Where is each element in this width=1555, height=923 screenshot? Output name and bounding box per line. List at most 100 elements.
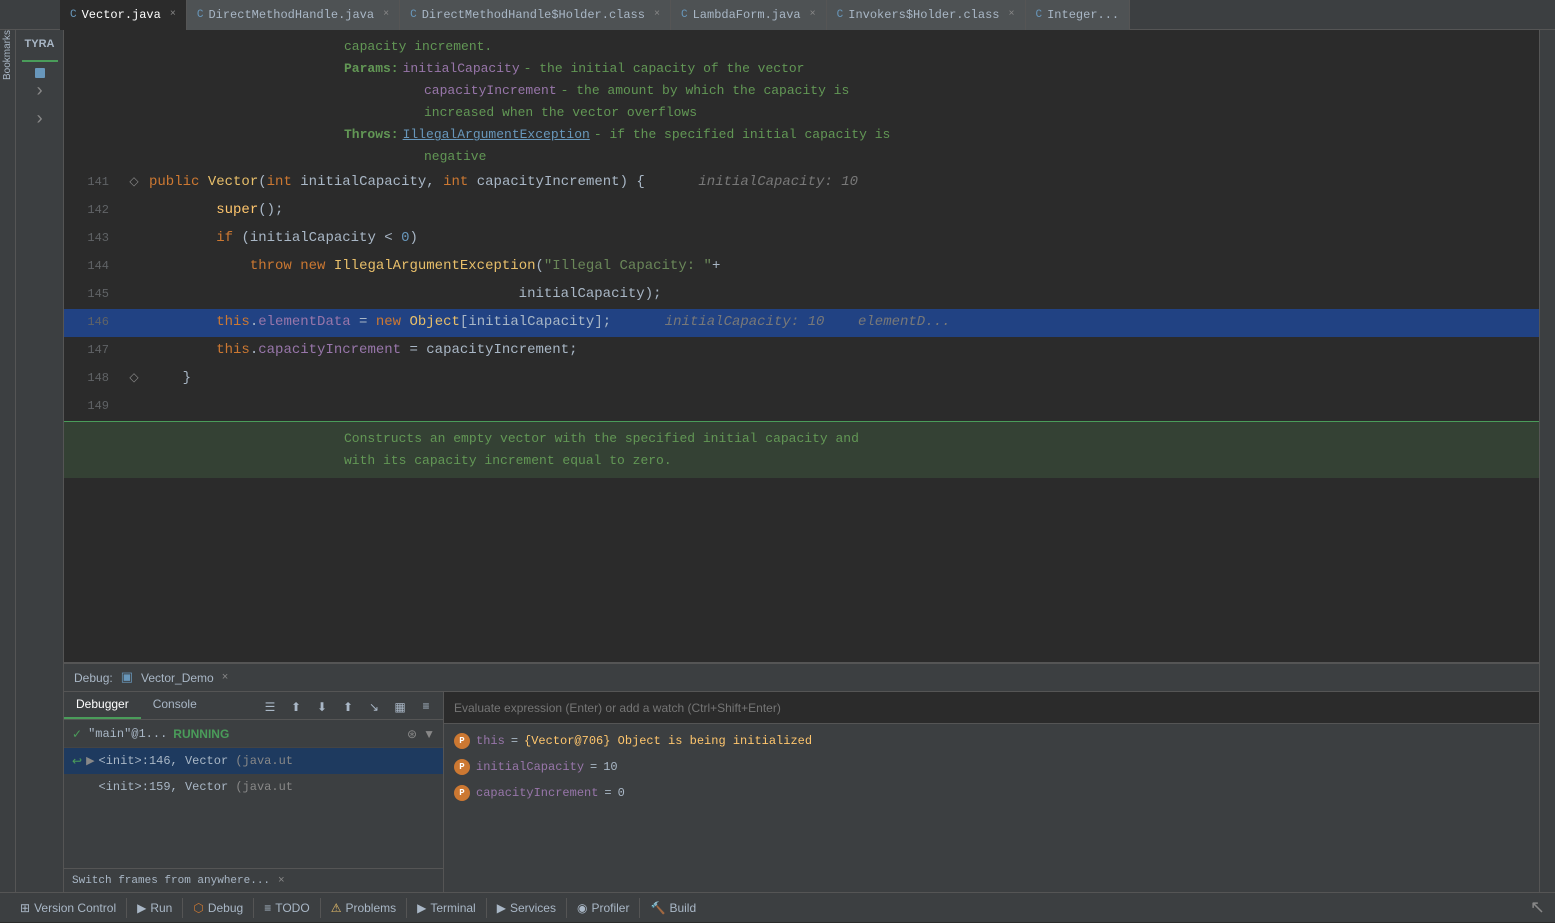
doc-line-param2: capacityIncrement - the amount by which …: [64, 80, 1539, 102]
status-run-label: Run: [150, 901, 172, 915]
debug-btn-menu[interactable]: ☰: [258, 695, 282, 719]
switch-frames-text: Switch frames from anywhere...: [72, 875, 270, 887]
debug-btn-evaluate[interactable]: ▦: [388, 695, 412, 719]
doc-line-capacity: capacity increment.: [64, 36, 1539, 58]
code-line-149[interactable]: 149: [64, 393, 1539, 421]
code-content-146: this.elementData = new Object[initialCap…: [144, 311, 1539, 333]
stack-frame-1[interactable]: ↩ ▶ <init>:159, Vector (java.ut: [64, 774, 443, 800]
close-tab-invokersholder[interactable]: ×: [1008, 9, 1014, 20]
var-row-this[interactable]: P this = {Vector@706} Object is being in…: [444, 728, 1539, 754]
var-value-initialcapacity: 10: [603, 760, 617, 774]
switch-frames-bar: Switch frames from anywhere... ×: [64, 868, 443, 892]
thread-name: "main"@1...: [88, 727, 167, 741]
close-tab-lambdaform[interactable]: ×: [810, 9, 816, 20]
line-num-148: 148: [64, 369, 124, 388]
status-terminal[interactable]: ▶ Terminal: [407, 893, 486, 923]
dropdown-arrow[interactable]: ▼: [423, 727, 435, 741]
code-container: 141 ◇ public Vector(int initialCapacity,…: [64, 169, 1539, 421]
var-name-initialcapacity: initialCapacity: [476, 760, 584, 774]
code-line-146[interactable]: 146 this.elementData = new Object[initia…: [64, 309, 1539, 337]
debug-frames-panel: Debugger Console ☰ ⬆ ⬇ ⬆ ↘ ▦ ≡: [64, 692, 444, 892]
doc-param1-desc: - the initial capacity of the vector: [524, 58, 805, 80]
status-terminal-label: Terminal: [430, 901, 475, 915]
doc-param2-desc: - the amount by which the capacity is: [561, 80, 850, 102]
code-line-147[interactable]: 147 this.capacityIncrement = capacityInc…: [64, 337, 1539, 365]
tab-bar: C Vector.java × C DirectMethodHandle.jav…: [0, 0, 1555, 30]
status-run[interactable]: ▶ Run: [127, 893, 182, 923]
doc-throws-label: Throws:: [344, 124, 399, 146]
doc-line-param2-cont: increased when the vector overflows: [64, 102, 1539, 124]
tab-icon-invokersholder: C: [837, 9, 844, 21]
status-profiler[interactable]: ◉ Profiler: [567, 893, 640, 923]
code-line-143[interactable]: 143 if (initialCapacity < 0): [64, 225, 1539, 253]
tab-directmethod[interactable]: C DirectMethodHandle.java ×: [187, 0, 400, 30]
line-num-149: 149: [64, 397, 124, 416]
var-row-initialcapacity[interactable]: P initialCapacity = 10: [444, 754, 1539, 780]
tab-label-integer: Integer...: [1047, 8, 1119, 22]
project-file-icon[interactable]: [35, 68, 45, 78]
status-profiler-label: Profiler: [591, 901, 629, 915]
status-problems[interactable]: ⚠ Problems: [321, 893, 406, 923]
close-debug-session[interactable]: ×: [222, 672, 229, 684]
close-tab-vector[interactable]: ×: [170, 9, 176, 20]
bottom-doc-line1: Constructs an empty vector with the spec…: [344, 428, 1539, 450]
expand-icon2[interactable]: ›: [34, 110, 45, 130]
filter-icon[interactable]: ⊛: [407, 727, 417, 741]
code-line-144[interactable]: 144 throw new IllegalArgumentException("…: [64, 253, 1539, 281]
code-line-141[interactable]: 141 ◇ public Vector(int initialCapacity,…: [64, 169, 1539, 197]
status-services[interactable]: ▶ Services: [487, 893, 566, 923]
tab-label-lambdaform: LambdaForm.java: [693, 8, 801, 22]
close-switch-frames[interactable]: ×: [278, 875, 285, 887]
thread-info: ✓ "main"@1... RUNNING ⊛ ▼: [64, 720, 443, 748]
close-tab-directmethodholder[interactable]: ×: [654, 9, 660, 20]
status-todo[interactable]: ≡ TODO: [254, 893, 319, 923]
status-version-control[interactable]: ⊞ Version Control: [10, 893, 126, 923]
tab-label-directmethodholder: DirectMethodHandle$Holder.class: [422, 8, 645, 22]
debug-body: Debugger Console ☰ ⬆ ⬇ ⬆ ↘ ▦ ≡: [64, 692, 1539, 892]
frame-icon-0: ▶: [86, 754, 94, 768]
code-line-142[interactable]: 142 super();: [64, 197, 1539, 225]
expand-icon[interactable]: ›: [34, 82, 45, 102]
tab-integer[interactable]: C Integer...: [1026, 0, 1131, 30]
debug-label: Debug:: [74, 671, 113, 685]
debug-btn-step-into[interactable]: ⬇: [310, 695, 334, 719]
tab-directmethodholder[interactable]: C DirectMethodHandle$Holder.class ×: [400, 0, 671, 30]
debug-btn-step-out[interactable]: ⬆: [336, 695, 360, 719]
stack-frame-0[interactable]: ↩ ▶ <init>:146, Vector (java.ut: [64, 748, 443, 774]
code-content-145: initialCapacity);: [144, 283, 1539, 305]
tab-vector[interactable]: C Vector.java ×: [60, 0, 187, 30]
bookmarks-tab[interactable]: Bookmarks: [2, 30, 13, 88]
debug-btn-settings[interactable]: ≡: [414, 695, 438, 719]
code-line-145[interactable]: 145 initialCapacity);: [64, 281, 1539, 309]
var-row-capacityincrement[interactable]: P capacityIncrement = 0: [444, 780, 1539, 806]
line-num-144: 144: [64, 257, 124, 276]
debug-btn-run-cursor[interactable]: ↘: [362, 695, 386, 719]
debug-tab-console[interactable]: Console: [141, 692, 209, 719]
code-content-141: public Vector(int initialCapacity, int c…: [144, 171, 1539, 193]
tab-label-invokersholder: Invokers$Holder.class: [848, 8, 999, 22]
tab-label-vector: Vector.java: [82, 8, 161, 22]
var-equals-capacityincrement: =: [604, 786, 611, 800]
code-line-148[interactable]: 148 ◇ }: [64, 365, 1539, 393]
tab-invokersholder[interactable]: C Invokers$Holder.class ×: [827, 0, 1026, 30]
debug-session-name: Vector_Demo: [141, 671, 214, 685]
close-tab-directmethod[interactable]: ×: [383, 9, 389, 20]
debug-tab-debugger[interactable]: Debugger: [64, 692, 141, 719]
var-icon-this: P: [454, 733, 470, 749]
var-equals-initialcapacity: =: [590, 760, 597, 774]
line-num-141: 141: [64, 173, 124, 192]
debug-btn-step-over[interactable]: ⬆: [284, 695, 308, 719]
var-icon-capacityincrement: P: [454, 785, 470, 801]
variables-list: P this = {Vector@706} Object is being in…: [444, 724, 1539, 892]
expression-input[interactable]: [454, 701, 1529, 715]
stack-frames: ↩ ▶ <init>:146, Vector (java.ut ↩ ▶ <ini…: [64, 748, 443, 868]
tab-lambdaform[interactable]: C LambdaForm.java ×: [671, 0, 827, 30]
tab-icon-vector: C: [70, 9, 77, 21]
cursor-arrow-icon: ↖: [1530, 897, 1545, 918]
gutter-141: ◇: [124, 173, 144, 192]
code-content-142: super();: [144, 199, 1539, 221]
status-build[interactable]: 🔨 Build: [640, 893, 706, 923]
debug-tabs: Debugger Console ☰ ⬆ ⬇ ⬆ ↘ ▦ ≡: [64, 692, 443, 720]
status-debug[interactable]: ⬡ Debug: [183, 893, 253, 923]
line-num-146: 146: [64, 313, 124, 332]
